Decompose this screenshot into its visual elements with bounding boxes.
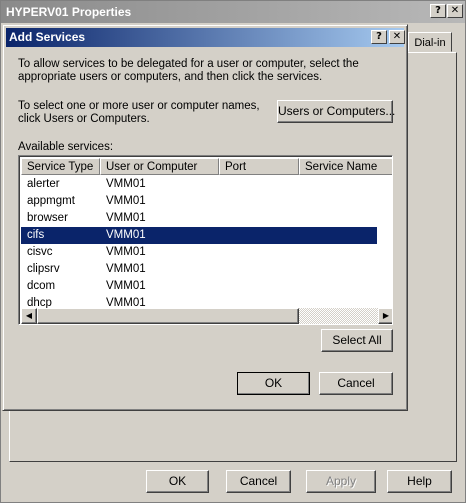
user-or-computer-cell: VMM01 [106, 280, 146, 292]
column-header-service-name[interactable]: Service Name [299, 158, 392, 175]
users-or-computers-button[interactable]: Users or Computers... [277, 100, 395, 123]
properties-close-button[interactable]: ✕ [447, 4, 463, 18]
user-or-computer-cell: VMM01 [106, 263, 146, 275]
column-header-user-or-computer[interactable]: User or Computer [100, 158, 219, 175]
table-row[interactable]: alerter VMM01 [21, 176, 377, 193]
user-or-computer-cell: VMM01 [106, 195, 146, 207]
arrow-left-icon: ◀ [25, 311, 33, 320]
available-services-label: Available services: [18, 141, 114, 153]
user-or-computer-cell: VMM01 [106, 246, 146, 258]
add-services-dialog: Add Services ? ✕ To allow services to be… [2, 24, 408, 411]
service-type-cell: dcom [27, 280, 56, 292]
properties-window-title: HYPERV01 Properties [1, 1, 465, 23]
select-all-button[interactable]: Select All [321, 329, 393, 352]
dialog-close-button[interactable]: ✕ [389, 30, 405, 44]
service-type-cell: browser [27, 212, 68, 224]
dialog-help-button[interactable]: ? [371, 30, 387, 44]
scroll-right-button[interactable]: ▶ [378, 308, 392, 324]
user-or-computer-cell: VMM01 [106, 178, 146, 190]
intro-text: To allow services to be delegated for a … [18, 58, 359, 83]
tab-dial-in[interactable]: Dial-in [408, 32, 452, 52]
table-row[interactable]: clipsrv VMM01 [21, 261, 377, 278]
properties-apply-button[interactable]: Apply [306, 470, 376, 493]
properties-help-bottom-button[interactable]: Help [387, 470, 452, 493]
table-row[interactable]: browser VMM01 [21, 210, 377, 227]
services-list[interactable]: Service Type User or Computer Port Servi… [18, 155, 393, 325]
table-row[interactable]: dcom VMM01 [21, 278, 377, 295]
horizontal-scroll-thumb[interactable] [37, 308, 299, 324]
arrow-right-icon: ▶ [382, 311, 390, 320]
scroll-left-button[interactable]: ◀ [21, 308, 37, 324]
table-row[interactable]: cisvc VMM01 [21, 244, 377, 261]
service-type-cell: cifs [27, 229, 45, 241]
column-header-service-type[interactable]: Service Type [21, 158, 100, 175]
properties-help-button[interactable]: ? [430, 4, 446, 18]
service-type-cell: cisvc [27, 246, 53, 258]
select-users-text: To select one or more user or computer n… [18, 100, 260, 125]
service-type-cell: appmgmt [27, 195, 75, 207]
service-type-cell: clipsrv [27, 263, 60, 275]
dialog-ok-button[interactable]: OK [237, 372, 310, 395]
table-row[interactable]: appmgmt VMM01 [21, 193, 377, 210]
dialog-cancel-button[interactable]: Cancel [319, 372, 393, 395]
properties-ok-button[interactable]: OK [146, 470, 209, 493]
user-or-computer-cell: VMM01 [106, 229, 146, 241]
properties-cancel-button[interactable]: Cancel [226, 470, 291, 493]
table-row[interactable]: cifs VMM01 [21, 227, 377, 244]
service-type-cell: alerter [27, 178, 60, 190]
add-services-title: Add Services [6, 28, 404, 47]
column-header-port[interactable]: Port [219, 158, 299, 175]
user-or-computer-cell: VMM01 [106, 212, 146, 224]
